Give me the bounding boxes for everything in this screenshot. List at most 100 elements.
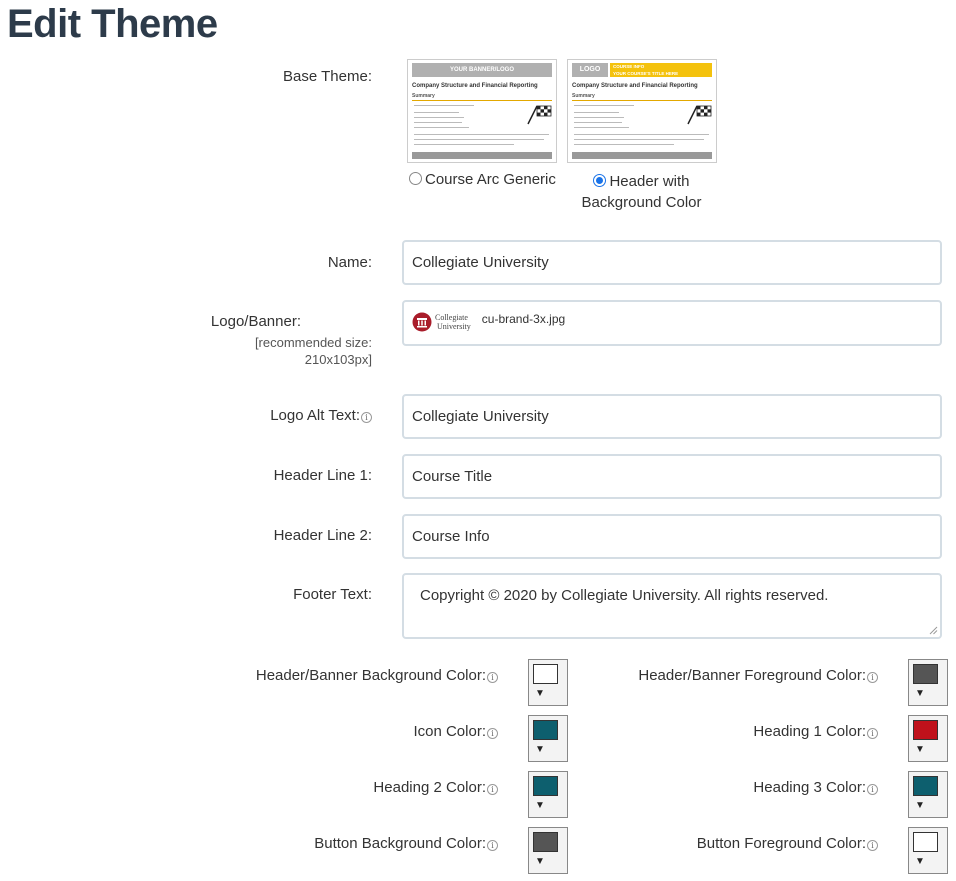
checkered-flag-icon xyxy=(687,105,712,125)
info-icon[interactable]: i xyxy=(487,672,498,683)
radio-label: Header with xyxy=(609,173,690,190)
radio-header-bg-color[interactable]: Header with Background Color xyxy=(569,171,714,213)
info-icon[interactable]: i xyxy=(867,728,878,739)
header-line-2-label: Header Line 2: xyxy=(273,527,372,544)
page-title: Edit Theme xyxy=(7,2,218,46)
header-line-1-input[interactable]: Course Title xyxy=(402,454,942,499)
theme-preview-header-bg[interactable]: LOGO COURSE INFO YOUR COURSE'S TITLE HER… xyxy=(567,59,717,163)
name-input[interactable]: Collegiate University xyxy=(402,240,942,285)
preview-line xyxy=(414,144,514,145)
radio-label: Course Arc Generic xyxy=(425,171,556,188)
preview-line xyxy=(414,122,462,123)
icon-color-label: Icon Color: i xyxy=(200,723,498,740)
preview-logo: LOGO xyxy=(572,63,608,77)
preview-line xyxy=(574,122,622,123)
theme-preview-generic[interactable]: YOUR BANNER/LOGO Company Structure and F… xyxy=(407,59,557,163)
radio-button[interactable] xyxy=(409,172,422,185)
color-swatch xyxy=(533,664,558,684)
preview-footer xyxy=(572,152,712,159)
chevron-down-icon: ▼ xyxy=(535,800,545,811)
button-bg-color-label: Button Background Color: i xyxy=(200,835,498,852)
logo-thumbnail: Collegiate University xyxy=(412,312,471,332)
heading-3-color-picker[interactable]: ▼ xyxy=(908,771,948,818)
info-icon[interactable]: i xyxy=(487,728,498,739)
preview-line xyxy=(574,144,674,145)
logo-size-hint-1: [recommended size: xyxy=(254,335,372,350)
chevron-down-icon: ▼ xyxy=(535,744,545,755)
preview-line xyxy=(414,139,544,140)
info-icon[interactable]: i xyxy=(361,412,372,423)
preview-line xyxy=(574,117,624,118)
logo-upload-field[interactable]: Collegiate University cu-brand-3x.jpg xyxy=(402,300,942,346)
color-swatch xyxy=(913,664,938,684)
logo-text-line2: University xyxy=(437,322,471,331)
logo-alt-text-label: Logo Alt Text: i xyxy=(200,407,372,424)
preview-line xyxy=(414,134,549,135)
header-line-1-label: Header Line 1: xyxy=(273,467,372,484)
info-icon[interactable]: i xyxy=(487,784,498,795)
info-icon[interactable]: i xyxy=(867,840,878,851)
radio-course-arc-generic[interactable]: Course Arc Generic xyxy=(409,171,556,188)
heading-3-color-label: Heading 3 Color: i xyxy=(600,779,878,796)
preview-line xyxy=(574,105,634,106)
heading-2-color-picker[interactable]: ▼ xyxy=(528,771,568,818)
chevron-down-icon: ▼ xyxy=(915,800,925,811)
preview-footer xyxy=(412,152,552,159)
logo-banner-label: Logo/Banner: xyxy=(210,313,301,330)
preview-line xyxy=(574,112,619,113)
preview-rule xyxy=(412,100,552,101)
logo-size-hint-2: 210x103px] xyxy=(304,352,372,367)
preview-line xyxy=(574,127,629,128)
checkered-flag-icon xyxy=(527,105,552,125)
color-swatch xyxy=(533,776,558,796)
preview-course-title: YOUR COURSE'S TITLE HERE xyxy=(613,71,679,76)
preview-banner-color: COURSE INFO YOUR COURSE'S TITLE HERE xyxy=(610,63,712,77)
preview-course-info: COURSE INFO xyxy=(613,64,645,69)
chevron-down-icon: ▼ xyxy=(915,856,925,867)
preview-line xyxy=(574,139,704,140)
info-icon[interactable]: i xyxy=(867,784,878,795)
preview-subheading: Summary xyxy=(572,93,595,99)
header-bg-color-picker[interactable]: ▼ xyxy=(528,659,568,706)
logo-text-line1: Collegiate xyxy=(435,313,468,322)
preview-line xyxy=(414,112,459,113)
preview-subheading: Summary xyxy=(412,93,435,99)
preview-heading: Company Structure and Financial Reportin… xyxy=(572,83,698,89)
color-swatch xyxy=(913,720,938,740)
preview-line xyxy=(414,127,469,128)
footer-text-label: Footer Text: xyxy=(293,586,372,603)
footer-text-area[interactable]: Copyright © 2020 by Collegiate Universit… xyxy=(402,573,942,639)
color-swatch xyxy=(533,832,558,852)
footer-text-value: Copyright © 2020 by Collegiate Universit… xyxy=(420,587,829,604)
preview-line xyxy=(574,134,709,135)
color-swatch xyxy=(913,832,938,852)
chevron-down-icon: ▼ xyxy=(915,688,925,699)
preview-line xyxy=(414,105,474,106)
header-line-2-input[interactable]: Course Info xyxy=(402,514,942,559)
university-seal-icon xyxy=(412,312,432,332)
color-swatch xyxy=(533,720,558,740)
logo-alt-text-input[interactable]: Collegiate University xyxy=(402,394,942,439)
chevron-down-icon: ▼ xyxy=(535,688,545,699)
heading-1-color-label: Heading 1 Color: i xyxy=(600,723,878,740)
header-fg-color-picker[interactable]: ▼ xyxy=(908,659,948,706)
preview-line xyxy=(414,117,464,118)
preview-heading: Company Structure and Financial Reportin… xyxy=(412,83,538,89)
button-bg-color-picker[interactable]: ▼ xyxy=(528,827,568,874)
header-fg-color-label: Header/Banner Foreground Color: i xyxy=(600,667,878,684)
heading-1-color-picker[interactable]: ▼ xyxy=(908,715,948,762)
icon-color-picker[interactable]: ▼ xyxy=(528,715,568,762)
radio-label: Background Color xyxy=(581,194,702,211)
info-icon[interactable]: i xyxy=(487,840,498,851)
logo-filename: cu-brand-3x.jpg xyxy=(481,312,566,326)
base-theme-label: Base Theme: xyxy=(283,68,372,85)
heading-2-color-label: Heading 2 Color: i xyxy=(200,779,498,796)
header-bg-color-label: Header/Banner Background Color: i xyxy=(200,667,498,684)
info-icon[interactable]: i xyxy=(867,672,878,683)
radio-button[interactable] xyxy=(593,174,607,187)
name-label: Name: xyxy=(327,254,372,271)
chevron-down-icon: ▼ xyxy=(915,744,925,755)
chevron-down-icon: ▼ xyxy=(535,856,545,867)
resize-grip-icon[interactable] xyxy=(929,626,938,635)
button-fg-color-picker[interactable]: ▼ xyxy=(908,827,948,874)
